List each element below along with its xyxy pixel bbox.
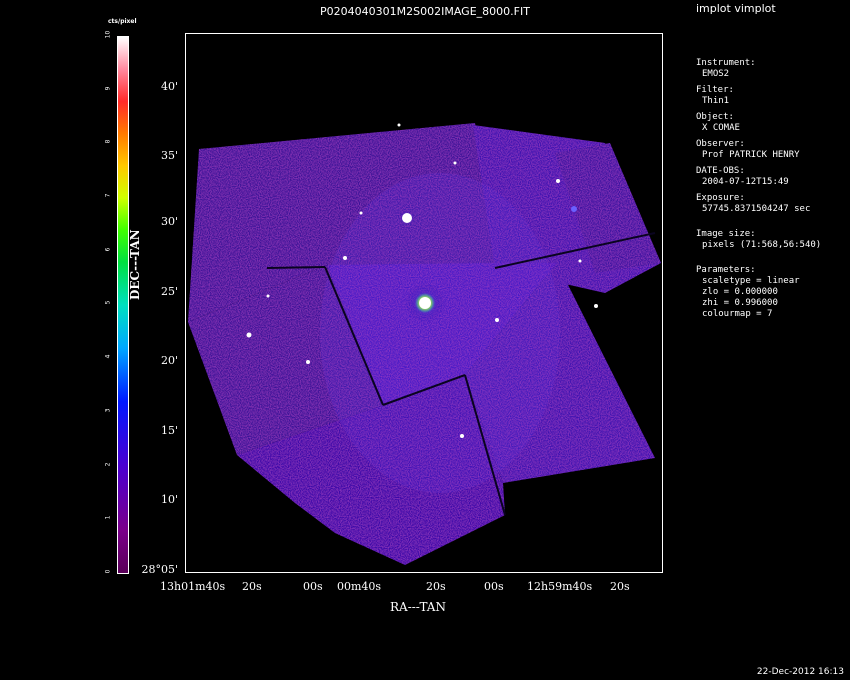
imagesize-value: pixels (71:568,56:540) [702,240,822,250]
imagesize-label: Image size: [696,229,756,239]
instrument-label: Instrument: [696,58,756,68]
filter-value: Thin1 [702,96,730,106]
y-tick: 40' [160,80,178,93]
colorbar-tick: 10 [104,30,112,39]
object-value: X COMAE [702,123,740,133]
param-zlo: zlo = 0.000000 [702,287,778,297]
colorbar-tick: 5 [104,300,112,305]
colorbar-tick: 6 [104,247,112,252]
timestamp: 22-Dec-2012 16:13 [756,667,844,677]
x-tick: 13h01m40s [160,580,226,593]
colorbar-tick: 1 [104,515,112,520]
observer-value: Prof PATRICK HENRY [702,150,800,160]
param-colourmap: colourmap = 7 [702,309,773,319]
param-zhi: zhi = 0.996000 [702,298,778,308]
plot-frame [185,33,663,573]
date-label: DATE-OBS: [696,166,745,176]
colorbar-tick: 8 [104,139,112,144]
x-tick: 00s [484,580,504,593]
colorbar-tick: 0 [104,569,112,574]
y-tick: 30' [160,215,178,228]
y-tick: 28°05' [141,563,178,576]
observer-label: Observer: [696,139,745,149]
x-tick: 00s [303,580,323,593]
exposure-value: 57745.8371504247 sec [702,204,811,214]
params-label: Parameters: [696,265,756,275]
info-panel: Instrument: EMOS2 Filter: Thin1 Object: … [696,58,821,320]
colorbar-tick: 4 [104,354,112,359]
x-tick: 20s [426,580,446,593]
x-tick: 00m40s [337,580,382,593]
colorbar-tick: 3 [104,408,112,413]
y-tick: 25' [160,285,178,298]
colorbar-tick: 7 [104,193,112,198]
colorbar-title: cts/pixel [108,18,137,25]
instrument-value: EMOS2 [702,69,730,79]
y-tick: 35' [160,149,178,162]
colorbar-tick: 9 [104,86,112,91]
exposure-label: Exposure: [696,193,745,203]
object-label: Object: [696,112,734,122]
x-tick: 20s [610,580,630,593]
x-tick: 12h59m40s [527,580,593,593]
y-axis-label: DEC---TAN [128,229,142,300]
colorbar [117,36,129,574]
filter-label: Filter: [696,85,734,95]
y-tick: 20' [160,354,178,367]
date-value: 2004-07-12T15:49 [702,177,789,187]
x-axis-label: RA---TAN [390,600,446,614]
image-title: P0204040301M2S002IMAGE_8000.FIT [320,5,530,18]
y-tick: 10' [160,493,178,506]
colorbar-tick: 2 [104,462,112,467]
y-tick: 15' [160,424,178,437]
param-scaletype: scaletype = linear [702,276,800,286]
x-tick: 20s [242,580,262,593]
program-name: implot vimplot [696,2,776,15]
